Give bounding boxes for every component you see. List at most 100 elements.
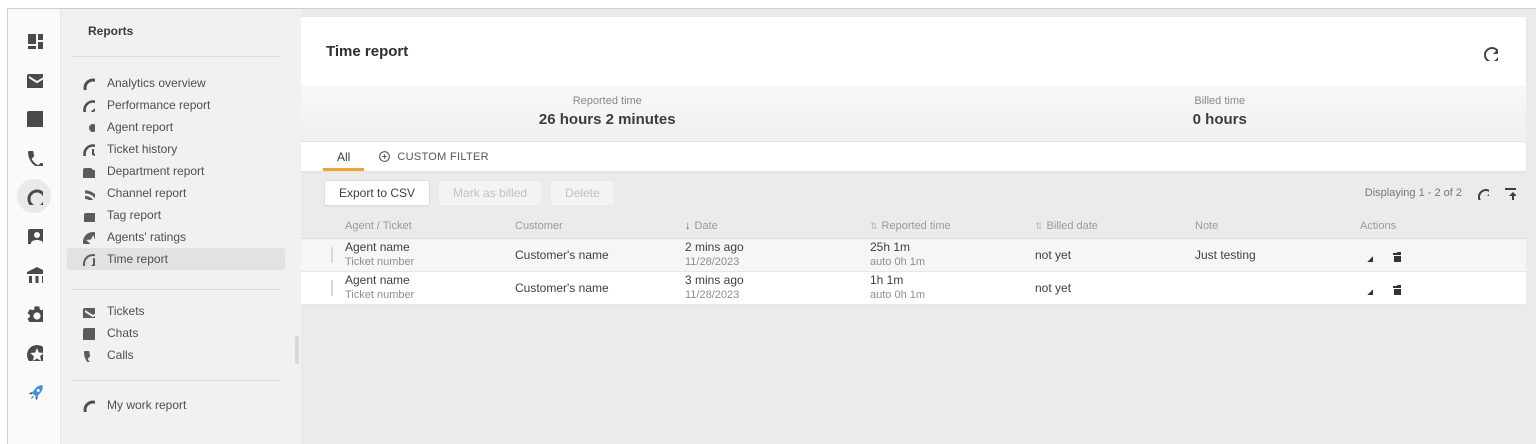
toolbar-right: Displaying 1 - 2 of 2 [1365,185,1516,200]
sidebar-item-chats[interactable]: Chats [67,322,285,344]
rail-item-tickets[interactable] [8,59,60,98]
channel-nav-list: Tickets Chats Calls [61,300,301,366]
rail-item-dashboard[interactable] [8,20,60,59]
sidebar-item-calls[interactable]: Calls [67,344,285,366]
pencil-icon [1360,249,1373,262]
mail-icon [25,70,43,88]
displaying-count: Displaying 1 - 2 of 2 [1365,187,1462,199]
sidebar-item-department-report[interactable]: Department report [67,160,285,182]
rail-item-settings[interactable] [8,293,60,332]
reported-value: 25h 1m [870,240,1035,255]
refresh-icon [1474,185,1489,200]
column-header-agent-ticket[interactable]: Agent / Ticket [345,220,412,232]
actions-cell [1360,282,1526,295]
rail-item-calls[interactable] [8,137,60,176]
sidebar-divider [71,56,281,57]
billed-date-cell: not yet [1035,248,1195,262]
sidebar-item-my-work-report[interactable]: My work report [67,394,285,416]
delete-row-button[interactable] [1388,282,1401,295]
edit-button[interactable] [1360,249,1373,262]
sidebar-item-agents-ratings[interactable]: Agents' ratings [67,226,285,248]
ticket-number[interactable]: Ticket number [345,288,515,303]
delete-button[interactable]: Delete [550,180,615,206]
column-header-actions: Actions [1360,220,1396,232]
rail-item-chats[interactable] [8,98,60,137]
customer-name: Customer's name [515,248,685,263]
scroll-top-button[interactable] [1501,185,1516,200]
date-cell: 3 mins ago 11/28/2023 [685,273,870,303]
sidebar-item-label: Chats [107,326,138,340]
sort-desc-icon: ↓ [685,220,691,232]
rail-item-reports[interactable] [8,176,60,215]
tab-custom-filter[interactable]: CUSTOM FILTER [364,142,503,171]
sidebar-item-label: Agent report [107,120,173,134]
agent-name: Agent name [345,273,515,288]
sidebar-item-analytics-overview[interactable]: Analytics overview [67,72,285,94]
column-header-date[interactable]: Date [695,220,718,232]
billed-time-value: 0 hours [914,111,1527,128]
customer-cell: Customer's name [515,248,685,263]
ring-icon [81,76,95,90]
sort-icon: ⇅ [870,221,878,232]
sidebar-item-agent-report[interactable]: Agent report [67,116,285,138]
export-csv-button[interactable]: Export to CSV [324,180,430,206]
sidebar-item-tag-report[interactable]: Tag report [67,204,285,226]
agent-name: Agent name [345,240,515,255]
history-icon [81,142,95,156]
sidebar-item-channel-report[interactable]: Channel report [67,182,285,204]
row-checkbox[interactable] [331,247,333,263]
contact-card-icon [25,226,43,244]
edit-button[interactable] [1360,282,1373,295]
sidebar-divider [71,380,281,381]
sidebar-item-time-report[interactable]: Time report [67,248,285,270]
phone-icon [81,348,95,362]
column-header-reported-time[interactable]: Reported time [882,220,951,232]
sidebar-item-ticket-history[interactable]: Ticket history [67,138,285,160]
sidebar-scrollbar[interactable] [295,336,299,364]
sidebar-item-performance-report[interactable]: Performance report [67,94,285,116]
rail-item-contacts[interactable] [8,215,60,254]
refresh-button[interactable] [1480,43,1498,61]
ticket-number[interactable]: Ticket number [345,255,515,270]
mail-icon [81,304,95,318]
row-checkbox[interactable] [331,280,333,296]
rail-item-academy[interactable] [8,254,60,293]
sidebar-item-label: Analytics overview [107,76,206,90]
column-header-customer[interactable]: Customer [515,220,563,232]
refresh-icon [1480,43,1498,61]
sidebar-item-tickets[interactable]: Tickets [67,300,285,322]
tab-all[interactable]: All [323,142,364,171]
table-row: Agent name Ticket number Customer's name… [301,239,1526,272]
table-refresh-button[interactable] [1474,185,1489,200]
chat-icon [25,109,43,127]
mark-as-billed-button[interactable]: Mark as billed [438,180,542,206]
reported-value: 1h 1m [870,273,1035,288]
reports-ring-icon [25,187,43,205]
billed-time-summary: Billed time 0 hours [914,86,1527,141]
select-all-checkbox[interactable] [331,219,333,233]
date-relative: 3 mins ago [685,273,870,288]
sort-icon: ⇅ [1035,221,1043,232]
table-row: Agent name Ticket number Customer's name… [301,272,1526,305]
page-header: Time report [301,17,1526,86]
settings-gear-icon [25,304,43,322]
main-content: Time report Reported time 26 hours 2 min… [301,9,1536,444]
rail-item-upgrade[interactable] [8,371,60,410]
phone-icon [25,148,43,166]
trash-icon [1388,282,1401,295]
tab-label: CUSTOM FILTER [397,151,489,163]
sidebar-item-label: Agents' ratings [107,230,186,244]
pencil-icon [1360,282,1373,295]
rss-icon [81,186,95,200]
sidebar-item-label: Time report [107,252,168,266]
delete-row-button[interactable] [1388,249,1401,262]
sidebar-item-label: Tickets [107,304,145,318]
page-title: Time report [326,43,408,60]
rail-item-addons[interactable] [8,332,60,371]
scroll-top-icon [1501,185,1516,200]
timelapse-icon [81,252,95,266]
column-header-billed-date[interactable]: Billed date [1047,220,1098,232]
sidebar-item-label: Department report [107,164,204,178]
note-cell: Just testing [1195,248,1360,262]
reported-time-cell: 1h 1m auto 0h 1m [870,273,1035,303]
